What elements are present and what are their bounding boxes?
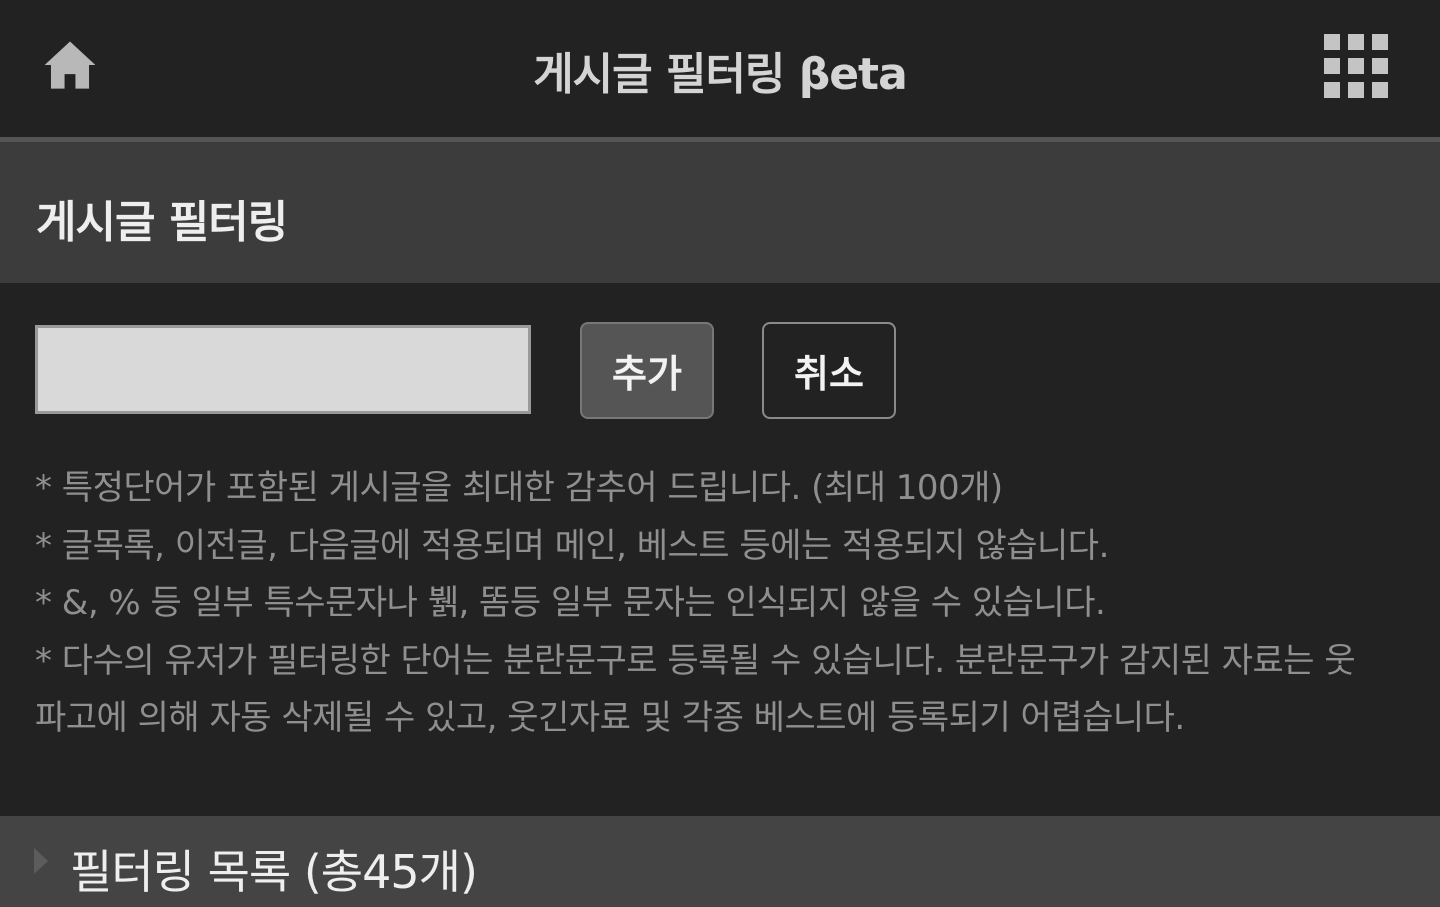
notice-line: 파고에 의해 자동 삭제될 수 있고, 웃긴자료 및 각종 베스트에 등록되기 …	[35, 698, 1185, 738]
filter-word-input[interactable]	[35, 325, 531, 414]
grid-menu-icon	[1324, 34, 1388, 98]
grid-menu-button[interactable]	[1320, 30, 1396, 106]
app-title: 게시글 필터링 βeta	[533, 49, 908, 100]
section-header: 게시글 필터링	[0, 142, 1440, 283]
filter-list-title: 필터링 목록 (총45개)	[70, 845, 478, 899]
cancel-button[interactable]: 취소	[762, 322, 896, 419]
section-title: 게시글 필터링	[36, 197, 288, 248]
top-bar: 게시글 필터링 βeta	[0, 0, 1440, 137]
notice-line: * 특정단어가 포함된 게시글을 최대한 감추어 드립니다. (최대 100개)	[35, 468, 1003, 508]
expand-arrow-icon	[34, 848, 48, 874]
filter-list-toggle[interactable]: 필터링 목록 (총45개)	[0, 816, 1440, 907]
notice-list: * 특정단어가 포함된 게시글을 최대한 감추어 드립니다. (최대 100개)…	[35, 460, 1440, 748]
notice-line: * 글목록, 이전글, 다음글에 적용되며 메인, 베스트 등에는 적용되지 않…	[35, 525, 1109, 566]
notice-line: * 다수의 유저가 필터링한 단어는 분란문구로 등록될 수 있습니다. 분란문…	[35, 640, 1356, 681]
add-button[interactable]: 추가	[580, 322, 714, 419]
notice-line: * &, % 등 일부 특수문자나 뷁, 똠등 일부 문자는 인식되지 않을 수…	[35, 583, 1106, 623]
